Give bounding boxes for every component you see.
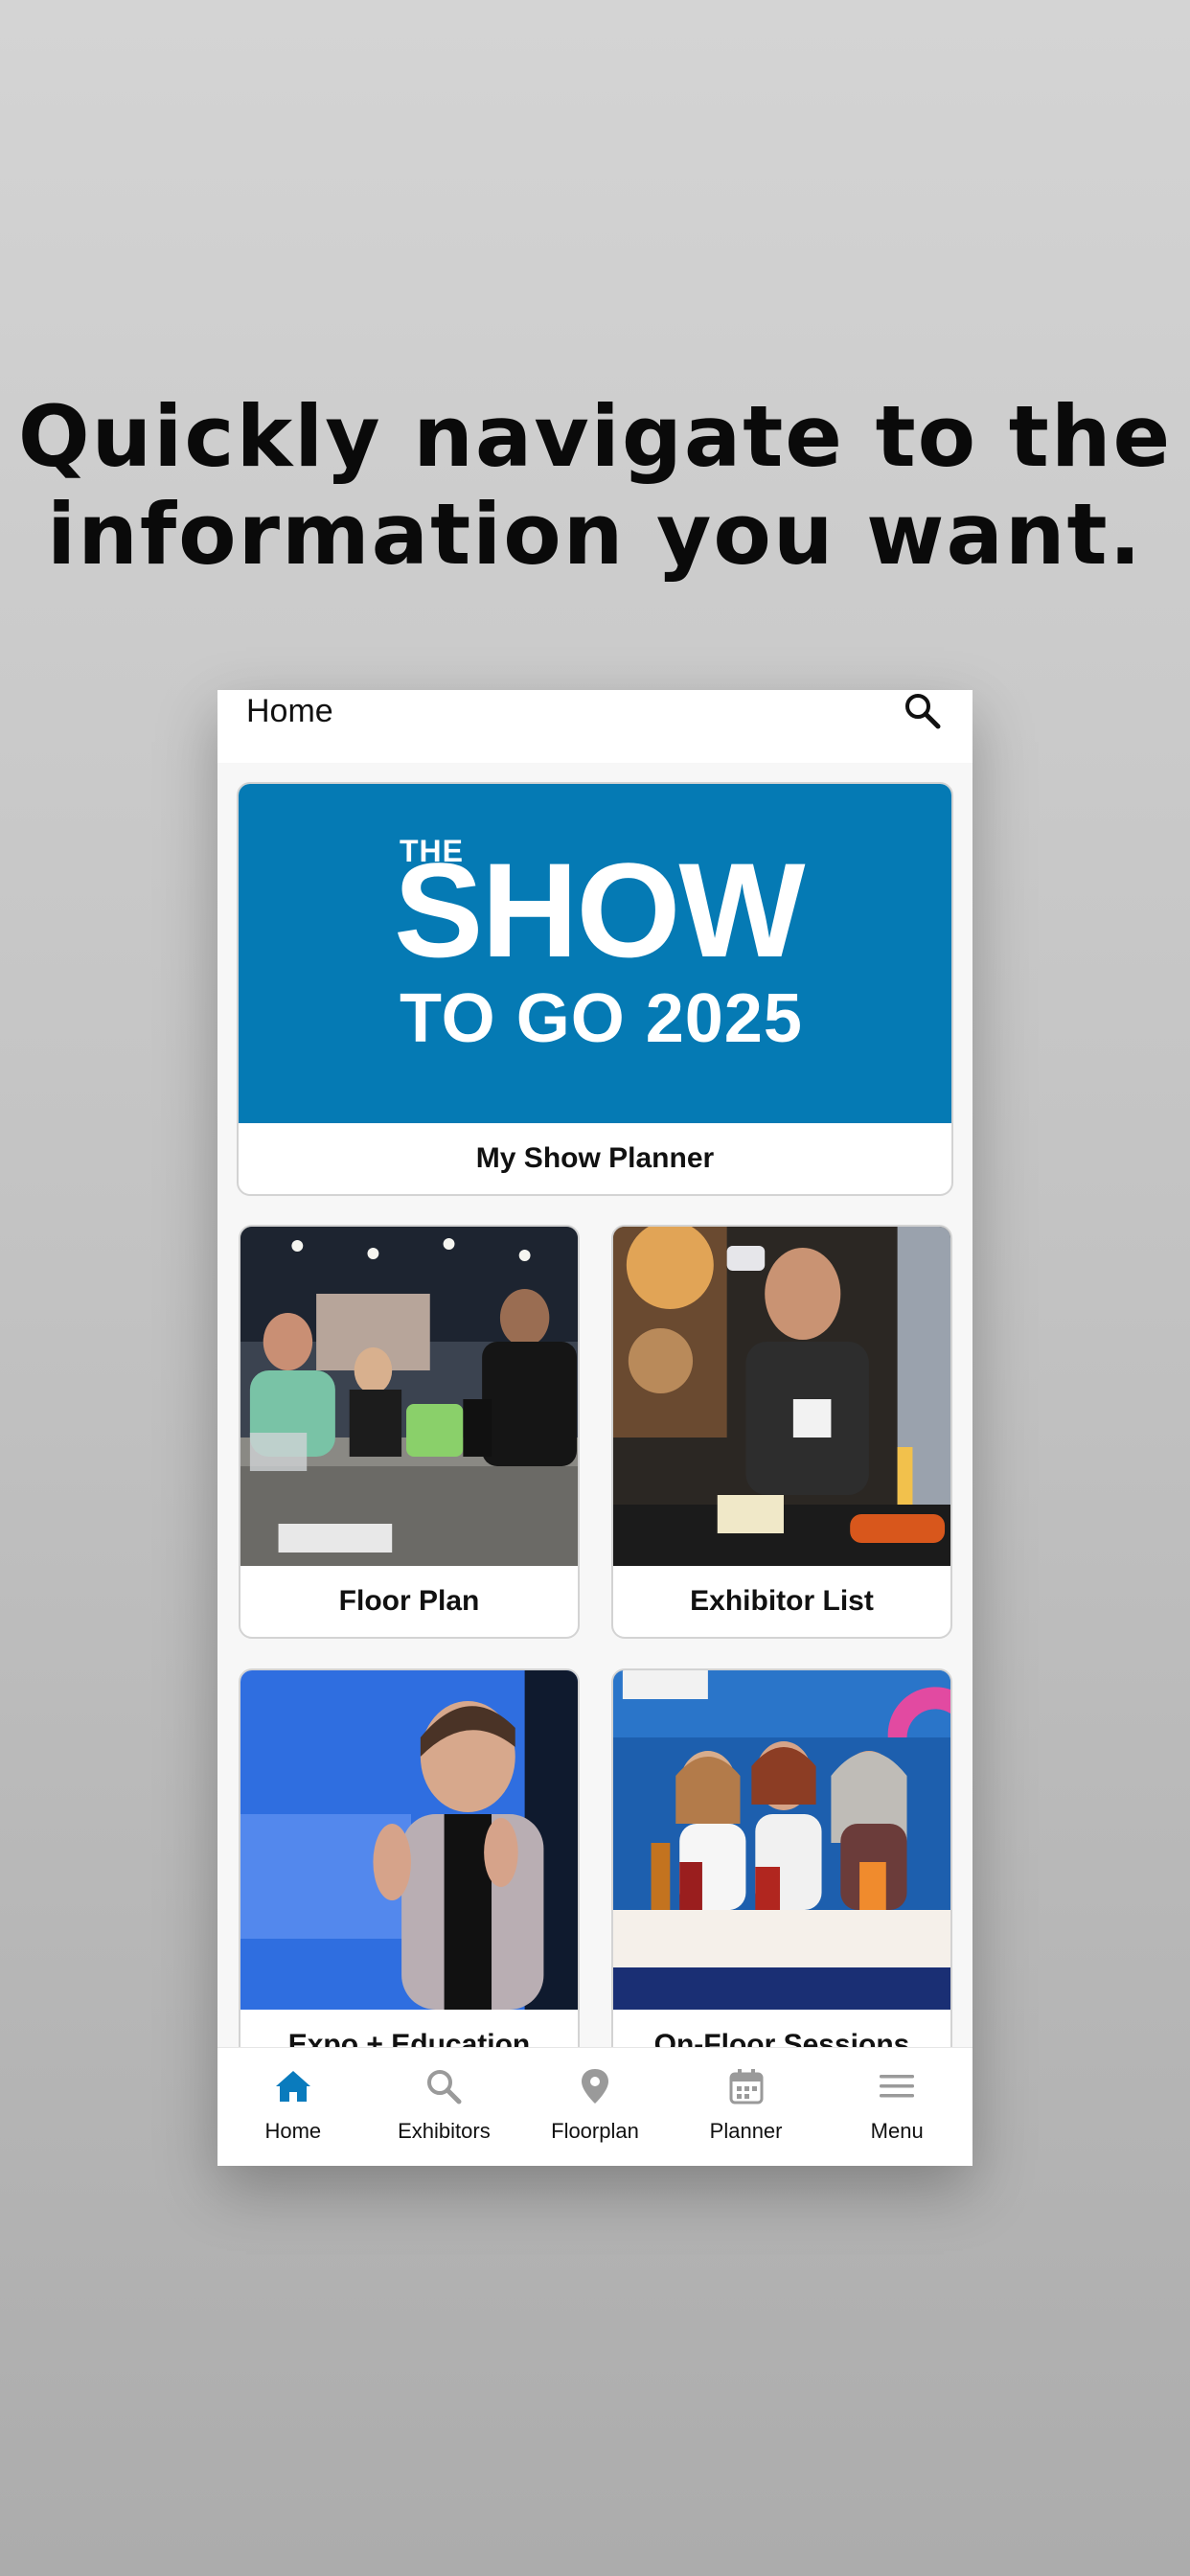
tab-planner-label: Planner: [709, 2119, 783, 2143]
headline-line-1: Quickly navigate to the: [17, 387, 1173, 486]
search-icon: [427, 2070, 462, 2104]
floor-plan-card[interactable]: Floor Plan: [239, 1225, 580, 1639]
on-floor-sessions-card[interactable]: On-Floor Sessions: [611, 1668, 952, 2082]
expo-education-card[interactable]: Expo + Education: [239, 1668, 580, 2082]
tab-menu-label: Menu: [870, 2119, 924, 2143]
show-logo-banner: THE SHOW TO GO 2025: [239, 784, 951, 1123]
tab-planner[interactable]: Planner: [671, 2048, 822, 2166]
exhibitor-list-card[interactable]: Exhibitor List: [611, 1225, 952, 1639]
marketing-headline: Quickly navigate to the information you …: [0, 388, 1190, 584]
headline-line-2: information you want.: [47, 485, 1143, 584]
exhibitor-list-photo: [613, 1227, 950, 1566]
app-header: Home: [217, 690, 973, 763]
my-show-planner-label: My Show Planner: [475, 1142, 715, 1174]
hamburger-menu-icon: [880, 2075, 915, 2098]
calendar-icon: [729, 2069, 764, 2104]
home-icon: [275, 2071, 310, 2102]
tab-menu[interactable]: Menu: [821, 2048, 973, 2166]
exhibitor-list-label: Exhibitor List: [690, 1585, 874, 1617]
show-to-go-logo: THE SHOW TO GO 2025: [394, 834, 806, 1057]
tab-exhibitors-label: Exhibitors: [398, 2119, 491, 2143]
floor-plan-label: Floor Plan: [338, 1585, 480, 1617]
tab-home-label: Home: [264, 2119, 322, 2143]
my-show-planner-card[interactable]: THE SHOW TO GO 2025 My Show Planner: [237, 782, 953, 1196]
page-title: Home: [246, 693, 333, 729]
tab-home[interactable]: Home: [217, 2048, 369, 2166]
search-icon[interactable]: [902, 690, 944, 732]
floor-plan-photo: [240, 1227, 578, 1566]
bottom-tab-bar: Home Exhibitors Floorplan Planner Menu: [217, 2047, 973, 2166]
tab-floorplan-label: Floorplan: [551, 2119, 639, 2143]
on-floor-sessions-photo: [613, 1670, 950, 2010]
expo-education-photo: [240, 1670, 578, 2010]
tab-floorplan[interactable]: Floorplan: [519, 2048, 671, 2166]
app-screen: Home THE SHOW TO GO 2025 My Show Planner: [217, 690, 973, 2166]
tab-exhibitors[interactable]: Exhibitors: [369, 2048, 520, 2166]
map-pin-icon: [581, 2069, 608, 2104]
